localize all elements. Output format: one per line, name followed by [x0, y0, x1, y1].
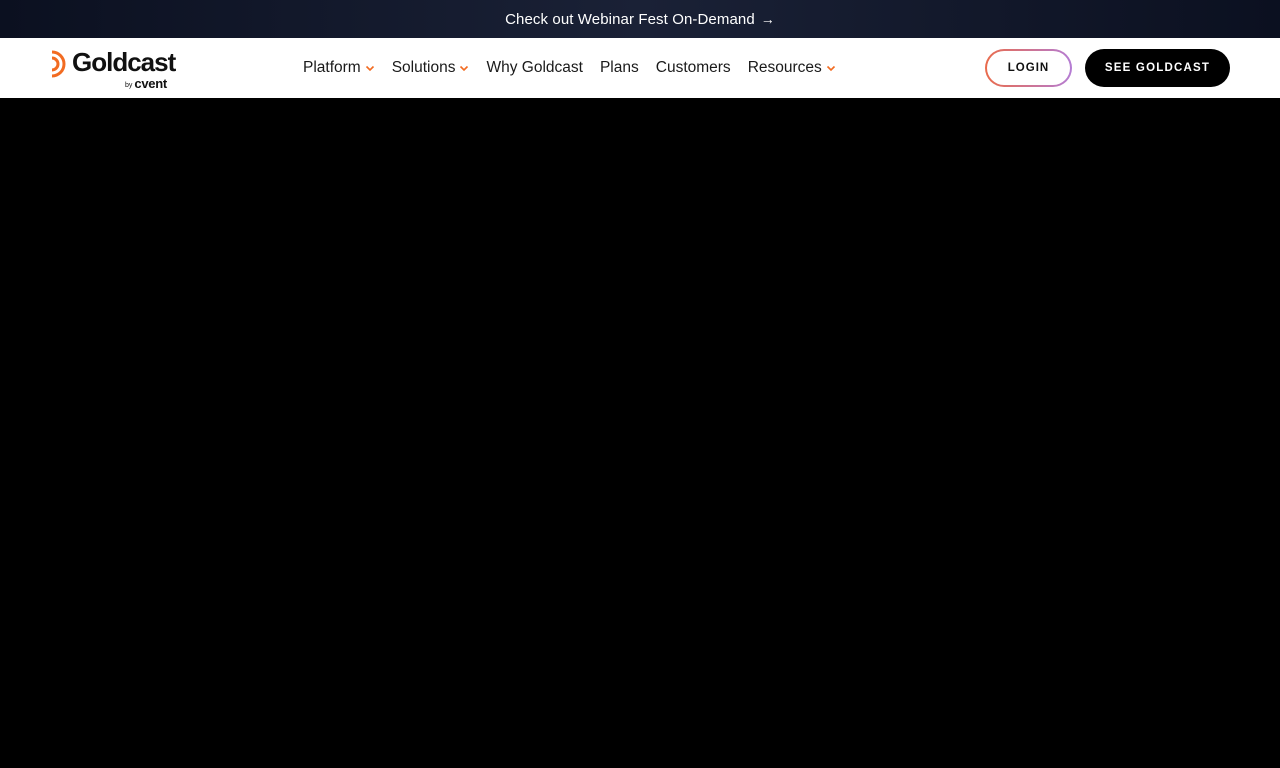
nav-item-label: Solutions [391, 59, 456, 76]
nav-item-label: Plans [599, 59, 639, 76]
logo-byline: by cvent [125, 76, 167, 91]
nav-item-label: Why Goldcast [486, 59, 583, 76]
chevron-down-icon [365, 65, 374, 72]
goldcast-mark-icon [51, 50, 66, 78]
nav-item-label: Resources [747, 59, 822, 76]
main-nav: Platform Solutions Why Goldcast Plans Cu… [303, 38, 853, 98]
see-goldcast-button[interactable]: SEE GOLDCAST [1085, 49, 1230, 87]
logo-by: by [125, 82, 133, 89]
nav-item-platform[interactable]: Platform [303, 59, 375, 77]
nav-item-plans[interactable]: Plans [600, 59, 639, 77]
chevron-down-icon [460, 65, 469, 72]
announcement-banner[interactable]: Check out Webinar Fest On-Demand → [0, 0, 1280, 38]
login-button[interactable]: LOGIN [985, 49, 1072, 87]
login-button-label: LOGIN [987, 51, 1070, 85]
nav-item-solutions[interactable]: Solutions [392, 59, 470, 77]
goldcast-logo[interactable]: Goldcast by cvent [50, 46, 182, 92]
nav-item-label: Customers [655, 59, 731, 76]
nav-item-label: Platform [303, 59, 361, 76]
top-navbar: Goldcast by cvent Platform Solutions Why … [0, 38, 1280, 98]
chevron-down-icon [826, 65, 835, 72]
logo-wordmark: Goldcast [72, 47, 176, 77]
hero-video-area [0, 98, 1280, 768]
nav-item-customers[interactable]: Customers [656, 59, 731, 77]
nav-item-why-goldcast[interactable]: Why Goldcast [486, 59, 582, 77]
arrow-right-icon: → [760, 11, 775, 27]
logo-parent-brand: cvent [134, 76, 167, 91]
nav-item-resources[interactable]: Resources [748, 59, 836, 77]
announcement-text: Check out Webinar Fest On-Demand [505, 10, 755, 28]
